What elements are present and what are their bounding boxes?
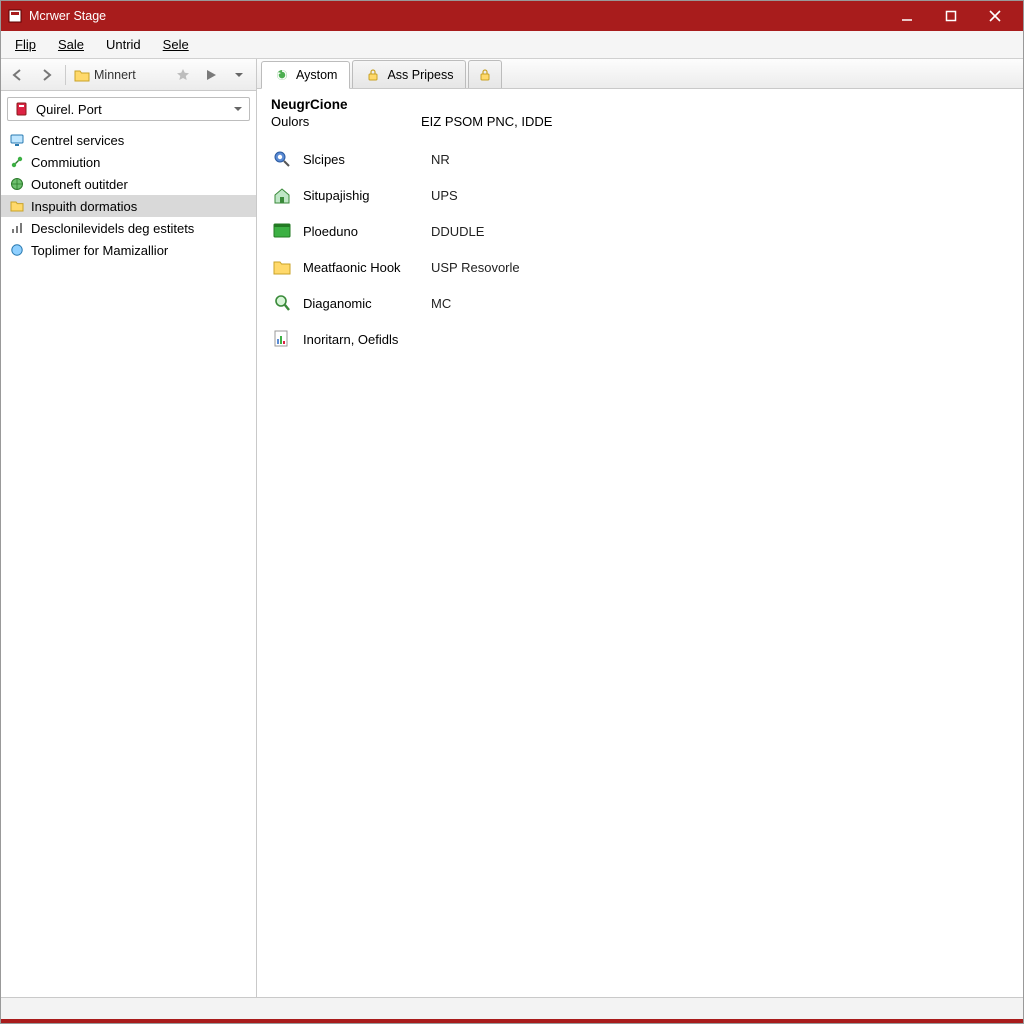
detail-value: MC xyxy=(431,296,451,311)
tree-label: Inspuith dormatios xyxy=(31,199,137,214)
house-icon xyxy=(271,184,293,206)
content-area: Minnert Quirel. Port xyxy=(1,59,1023,997)
sidebar-tree: Centrel services Commiution Outoneft out… xyxy=(1,127,256,263)
detail-key: Inoritarn, Oefidls xyxy=(303,332,421,347)
window-icon xyxy=(271,220,293,242)
lock-icon xyxy=(365,67,381,83)
tree-node-desclon[interactable]: Desclonilevidels deg estitets xyxy=(1,217,256,239)
detail-row[interactable]: Ploeduno DDUDLE xyxy=(271,213,1009,249)
menu-sale[interactable]: Sale xyxy=(48,33,94,56)
forward-button[interactable] xyxy=(35,64,57,86)
tab-label: Aystom xyxy=(296,68,337,82)
magnifier-icon xyxy=(271,292,293,314)
pane-sub-value: EIZ PSOM PNC, IDDE xyxy=(421,114,552,129)
monitor-icon xyxy=(9,132,25,148)
detail-value: DDUDLE xyxy=(431,224,484,239)
tab-ass-pripess[interactable]: Ass Pripess xyxy=(352,60,466,88)
detail-row[interactable]: Meatfaonic Hook USP Resovorle xyxy=(271,249,1009,285)
menu-untrid[interactable]: Untrid xyxy=(96,33,151,56)
refresh-icon xyxy=(274,67,290,83)
app-icon xyxy=(7,8,23,24)
maximize-button[interactable] xyxy=(929,2,973,30)
tree-node-outoneft[interactable]: Outoneft outitder xyxy=(1,173,256,195)
sidebar-combo[interactable]: Quirel. Port xyxy=(7,97,250,121)
menubar: Flip Sale Untrid Sele xyxy=(1,31,1023,59)
dropdown-button[interactable] xyxy=(228,64,250,86)
detail-row[interactable]: Inoritarn, Oefidls xyxy=(271,321,1009,357)
tree-label: Centrel services xyxy=(31,133,124,148)
folder-label: Minnert xyxy=(94,68,136,82)
detail-value: UPS xyxy=(431,188,458,203)
play-button[interactable] xyxy=(200,64,222,86)
tree-label: Commiution xyxy=(31,155,100,170)
back-button[interactable] xyxy=(7,64,29,86)
bottom-accent xyxy=(1,1019,1023,1023)
sidebar: Minnert Quirel. Port xyxy=(1,59,257,997)
tab-aystom[interactable]: Aystom xyxy=(261,61,350,89)
tree-label: Toplimer for Mamizallior xyxy=(31,243,168,258)
tree-label: Outoneft outitder xyxy=(31,177,128,192)
tab-label: Ass Pripess xyxy=(387,68,453,82)
toolbar-separator xyxy=(65,65,66,85)
folder-icon xyxy=(74,68,90,82)
tree-node-commiution[interactable]: Commiution xyxy=(1,151,256,173)
detail-value: USP Resovorle xyxy=(431,260,520,275)
status-bar xyxy=(1,997,1023,1019)
detail-row[interactable]: Situpajishig UPS xyxy=(271,177,1009,213)
menu-sele[interactable]: Sele xyxy=(153,33,199,56)
pane-sub-label: Oulors xyxy=(271,114,421,129)
window-title: Mcrwer Stage xyxy=(29,9,106,23)
detail-key: Meatfaonic Hook xyxy=(303,260,421,275)
pane-title: NeugrCione xyxy=(271,97,1009,112)
nav-toolbar: Minnert xyxy=(1,59,256,91)
lock-icon xyxy=(477,67,493,83)
detail-value: NR xyxy=(431,152,450,167)
detail-row[interactable]: Diaganomic MC xyxy=(271,285,1009,321)
detail-key: Ploeduno xyxy=(303,224,421,239)
tab-row: Aystom Ass Pripess xyxy=(257,59,1023,89)
menu-flip[interactable]: Flip xyxy=(5,33,46,56)
report-icon xyxy=(271,328,293,350)
tree-node-centrel-services[interactable]: Centrel services xyxy=(1,129,256,151)
tab-extra[interactable] xyxy=(468,60,502,88)
pane-subrow: Oulors EIZ PSOM PNC, IDDE xyxy=(271,114,1009,129)
detail-key: Diaganomic xyxy=(303,296,421,311)
titlebar: Mcrwer Stage xyxy=(1,1,1023,31)
minimize-button[interactable] xyxy=(885,2,929,30)
app-window: Mcrwer Stage Flip Sale Untrid Sele xyxy=(0,0,1024,1024)
tree-node-toplimer[interactable]: Toplimer for Mamizallior xyxy=(1,239,256,261)
detail-key: Situpajishig xyxy=(303,188,421,203)
globe-icon xyxy=(9,176,25,192)
detail-row[interactable]: Slcipes NR xyxy=(271,141,1009,177)
chart-icon xyxy=(9,220,25,236)
detail-pane: NeugrCione Oulors EIZ PSOM PNC, IDDE Slc… xyxy=(257,89,1023,997)
combo-label: Quirel. Port xyxy=(36,102,102,117)
tree-label: Desclonilevidels deg estitets xyxy=(31,221,194,236)
sphere-icon xyxy=(9,242,25,258)
search-icon xyxy=(271,148,293,170)
folder-breadcrumb[interactable]: Minnert xyxy=(74,68,136,82)
detail-key: Slcipes xyxy=(303,152,421,167)
favorite-button[interactable] xyxy=(172,64,194,86)
tree-node-inspuith[interactable]: Inspuith dormatios xyxy=(1,195,256,217)
network-icon xyxy=(9,154,25,170)
book-icon xyxy=(14,101,30,117)
chevron-down-icon xyxy=(233,104,243,114)
folder-icon xyxy=(9,198,25,214)
folder-icon xyxy=(271,256,293,278)
close-button[interactable] xyxy=(973,2,1017,30)
main-panel: Aystom Ass Pripess NeugrCione Oulors EIZ… xyxy=(257,59,1023,997)
